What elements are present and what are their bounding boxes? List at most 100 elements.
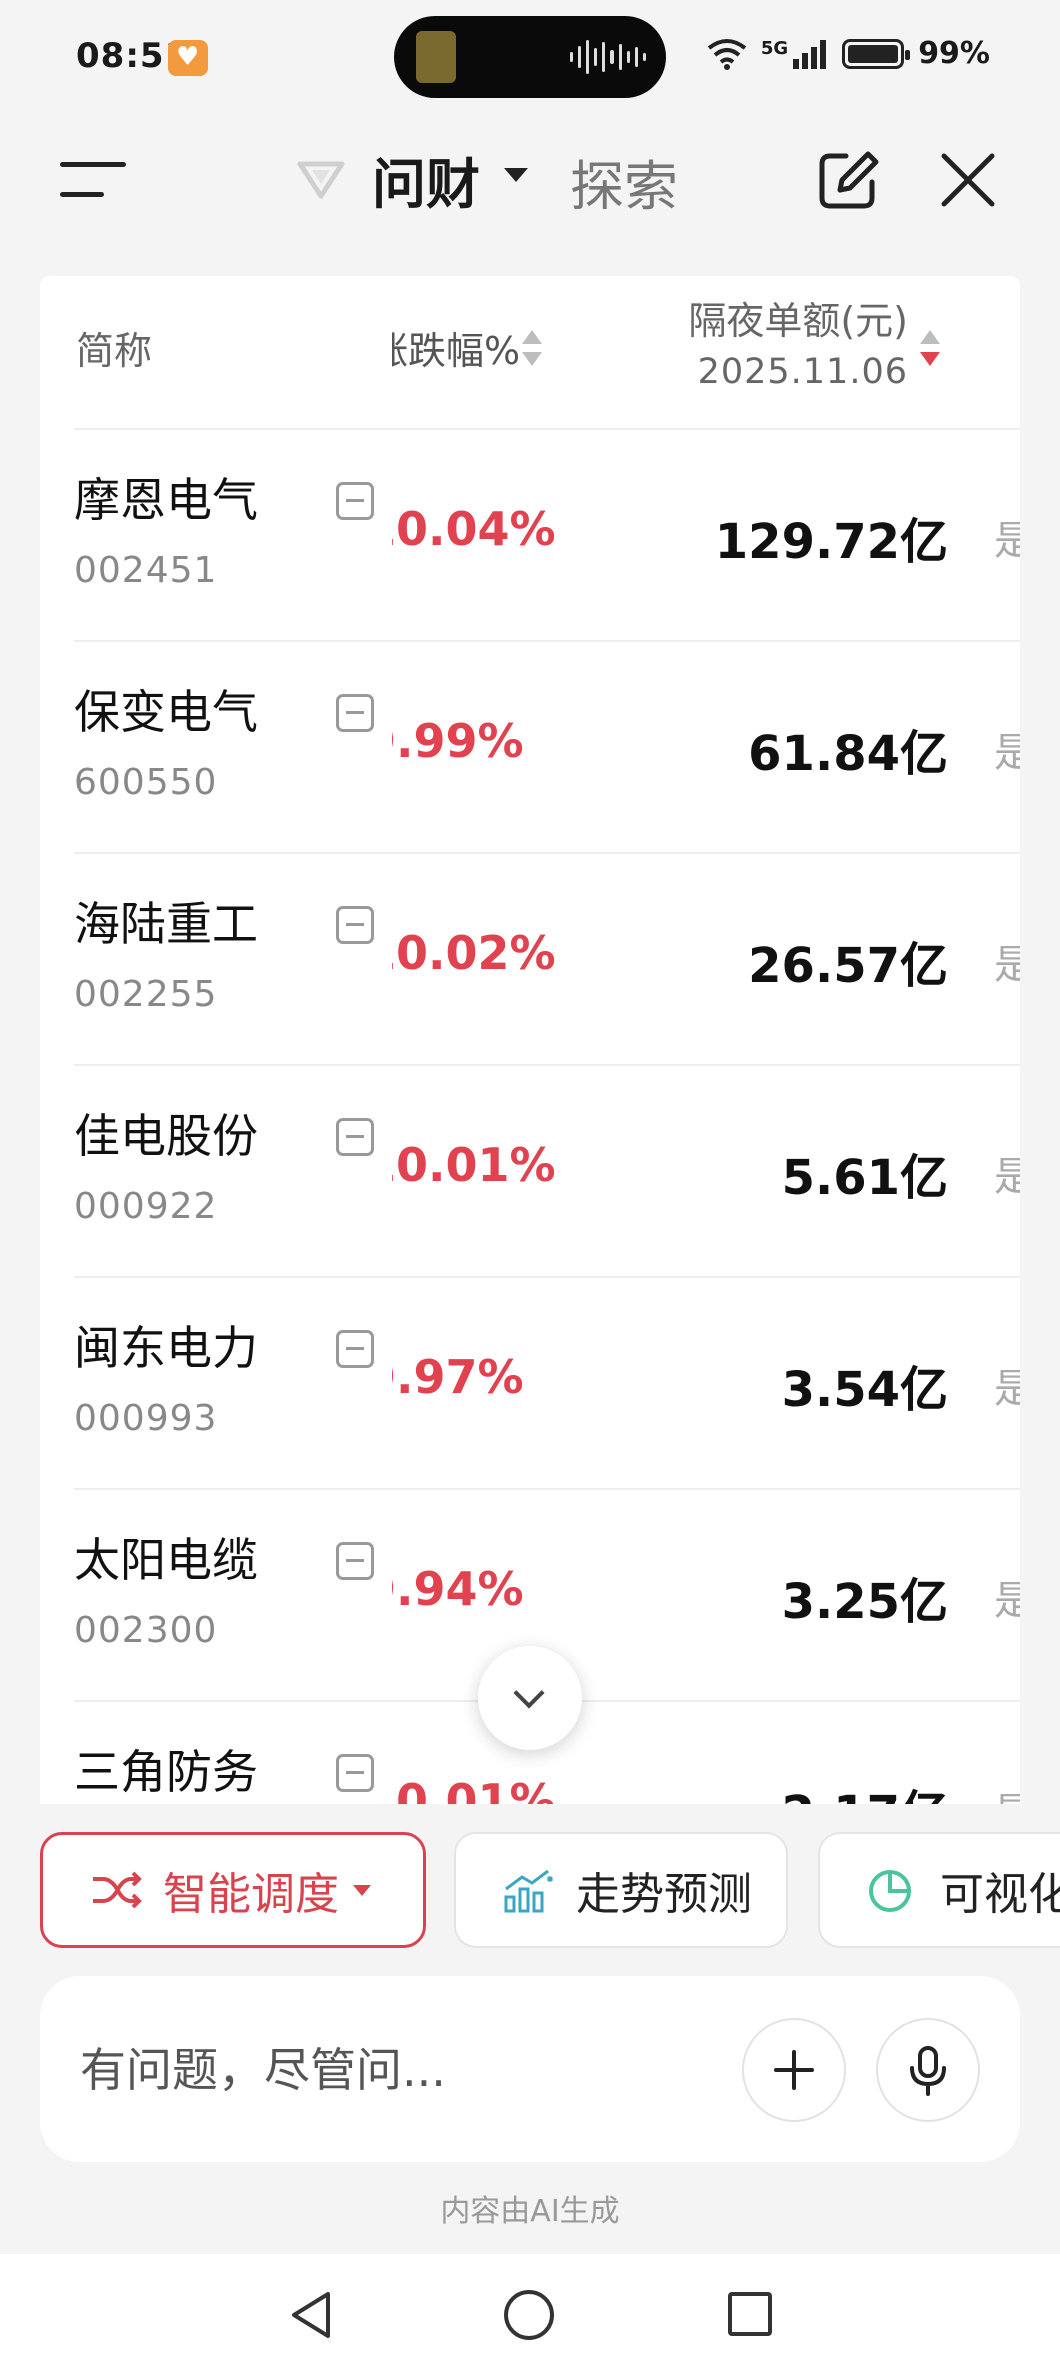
status-indicators: 5G 99% bbox=[707, 36, 990, 71]
stock-code: 002300 bbox=[74, 1610, 218, 1651]
scroll-down-button[interactable] bbox=[478, 1646, 582, 1750]
menu-icon[interactable] bbox=[60, 156, 126, 202]
price-change: 10.01% bbox=[392, 1774, 612, 1804]
stock-code: 002255 bbox=[74, 974, 218, 1015]
price-change-value: 9.99% bbox=[392, 714, 524, 768]
extra-column-cell: 是 bbox=[994, 1780, 1020, 1804]
smart-dispatch-label: 智能调度 bbox=[163, 1869, 339, 1920]
remove-watch-icon[interactable] bbox=[336, 694, 374, 732]
table-row[interactable]: 佳电股份 000922 10.01% 5.61亿 是 bbox=[74, 1064, 1020, 1276]
overnight-amount: 61.84亿 bbox=[748, 726, 948, 782]
pie-chart-icon bbox=[869, 1870, 911, 1912]
trend-chart-icon bbox=[504, 1869, 554, 1913]
column-header-change[interactable]: 涨跌幅% bbox=[392, 320, 542, 375]
price-change-value: 10.01% bbox=[392, 1138, 556, 1192]
top-nav: 问财 探索 bbox=[0, 118, 1060, 238]
stock-code: 000993 bbox=[74, 1398, 218, 1439]
stock-name: 太阳电缆 bbox=[74, 1533, 258, 1587]
trend-forecast-button[interactable]: 走势预测 bbox=[454, 1832, 788, 1948]
table-header: 简称 涨跌幅% 隔夜单额(元) 2025.11.06 bbox=[40, 276, 1020, 428]
edit-icon[interactable] bbox=[816, 150, 882, 210]
extra-column-cell: 是 bbox=[994, 730, 1020, 770]
voice-input-button[interactable] bbox=[876, 2018, 980, 2122]
stock-name: 佳电股份 bbox=[74, 1109, 258, 1163]
extra-column-cell: 是 bbox=[994, 1578, 1020, 1618]
wencai-logo-icon bbox=[297, 161, 345, 199]
battery-level: 99% bbox=[918, 36, 990, 71]
question-input[interactable] bbox=[80, 2032, 720, 2108]
sort-icon[interactable] bbox=[522, 328, 542, 368]
overnight-amount: 3.54亿 bbox=[781, 1362, 948, 1418]
column-header-change-label: 涨跌幅% bbox=[392, 329, 521, 373]
stock-name: 闽东电力 bbox=[74, 1321, 258, 1375]
table-row[interactable]: 摩恩电气 002451 10.04% 129.72亿 是 bbox=[74, 428, 1020, 640]
price-change: 9.94% bbox=[392, 1562, 612, 1626]
ai-disclaimer: 内容由AI生成 bbox=[440, 2194, 620, 2229]
extra-column-cell: 是 bbox=[994, 942, 1020, 982]
close-icon[interactable] bbox=[940, 152, 996, 208]
smart-dispatch-button[interactable]: 智能调度 bbox=[40, 1832, 426, 1948]
battery-icon bbox=[842, 38, 911, 69]
remove-watch-icon[interactable] bbox=[336, 1542, 374, 1580]
overnight-amount: 2.17亿 bbox=[782, 1774, 948, 1804]
overnight-amount: 3.25亿 bbox=[781, 1574, 948, 1630]
remove-watch-icon[interactable] bbox=[336, 1118, 374, 1156]
tab-dropdown-icon[interactable] bbox=[504, 168, 528, 182]
wifi-icon bbox=[707, 38, 747, 70]
tab-wencai[interactable]: 问财 bbox=[372, 140, 480, 219]
dynamic-island[interactable] bbox=[394, 16, 666, 98]
trend-forecast-label: 走势预测 bbox=[576, 1869, 752, 1920]
add-button[interactable] bbox=[742, 2018, 846, 2122]
extra-column-cell: 是 bbox=[994, 1366, 1020, 1406]
stock-name: 保变电气 bbox=[74, 685, 258, 739]
stock-code: 000922 bbox=[74, 1186, 218, 1227]
remove-watch-icon[interactable] bbox=[336, 1330, 374, 1368]
column-header-name[interactable]: 简称 bbox=[76, 320, 152, 375]
recent-apps-icon[interactable] bbox=[728, 2292, 772, 2336]
question-input-bar bbox=[40, 1976, 1020, 2162]
shuffle-icon bbox=[93, 1871, 142, 1909]
overnight-amount: 129.72亿 bbox=[714, 514, 948, 570]
quick-actions: 智能调度 走势预测 可视化 bbox=[0, 1832, 1060, 1952]
table-row[interactable]: 保变电气 600550 9.99% 61.84亿 是 bbox=[74, 640, 1020, 852]
stock-name: 海陆重工 bbox=[74, 897, 258, 951]
app-notification-icon bbox=[168, 40, 208, 76]
tab-explore[interactable]: 探索 bbox=[570, 142, 678, 221]
remove-watch-icon[interactable] bbox=[336, 482, 374, 520]
price-change: 10.01% bbox=[392, 1138, 612, 1202]
column-header-amount[interactable]: 隔夜单额(元) bbox=[688, 290, 908, 345]
status-bar: 08:51 5G 99% bbox=[0, 0, 1060, 118]
column-header-date: 2025.11.06 bbox=[697, 352, 908, 392]
sort-desc-icon[interactable] bbox=[920, 328, 940, 368]
visualize-button[interactable]: 可视化 bbox=[818, 1832, 1060, 1948]
stock-code: 002451 bbox=[74, 550, 218, 591]
extra-column-cell: 是 bbox=[994, 518, 1020, 558]
overnight-amount: 26.57亿 bbox=[748, 938, 948, 994]
overnight-amount: 5.61亿 bbox=[781, 1150, 948, 1206]
back-icon[interactable] bbox=[288, 2290, 334, 2340]
price-change-value: 10.04% bbox=[392, 502, 556, 556]
price-change-value: 9.97% bbox=[392, 1350, 524, 1404]
price-change: 9.97% bbox=[392, 1350, 612, 1414]
plus-icon bbox=[774, 2050, 814, 2090]
remove-watch-icon[interactable] bbox=[336, 1754, 374, 1792]
stock-name: 三角防务 bbox=[74, 1745, 258, 1799]
visualize-label: 可视化 bbox=[940, 1869, 1060, 1920]
price-change: 10.04% bbox=[392, 502, 612, 566]
price-change-value: 9.94% bbox=[392, 1562, 524, 1616]
chevron-down-icon bbox=[353, 1884, 371, 1896]
system-nav-bar bbox=[0, 2254, 1060, 2376]
network-type: 5G bbox=[760, 38, 789, 59]
price-change-value: 10.01% bbox=[392, 1774, 556, 1804]
remove-watch-icon[interactable] bbox=[336, 906, 374, 944]
table-row[interactable]: 闽东电力 000993 9.97% 3.54亿 是 bbox=[74, 1276, 1020, 1488]
audio-wave-icon bbox=[570, 38, 646, 76]
table-row[interactable]: 海陆重工 002255 10.02% 26.57亿 是 bbox=[74, 852, 1020, 1064]
home-icon[interactable] bbox=[504, 2290, 554, 2340]
extra-column-cell: 是 bbox=[994, 1154, 1020, 1194]
microphone-icon bbox=[910, 2046, 946, 2096]
price-change: 10.02% bbox=[392, 926, 612, 990]
stock-name: 摩恩电气 bbox=[74, 473, 258, 527]
price-change: 9.99% bbox=[392, 714, 612, 778]
media-thumbnail bbox=[416, 31, 456, 83]
